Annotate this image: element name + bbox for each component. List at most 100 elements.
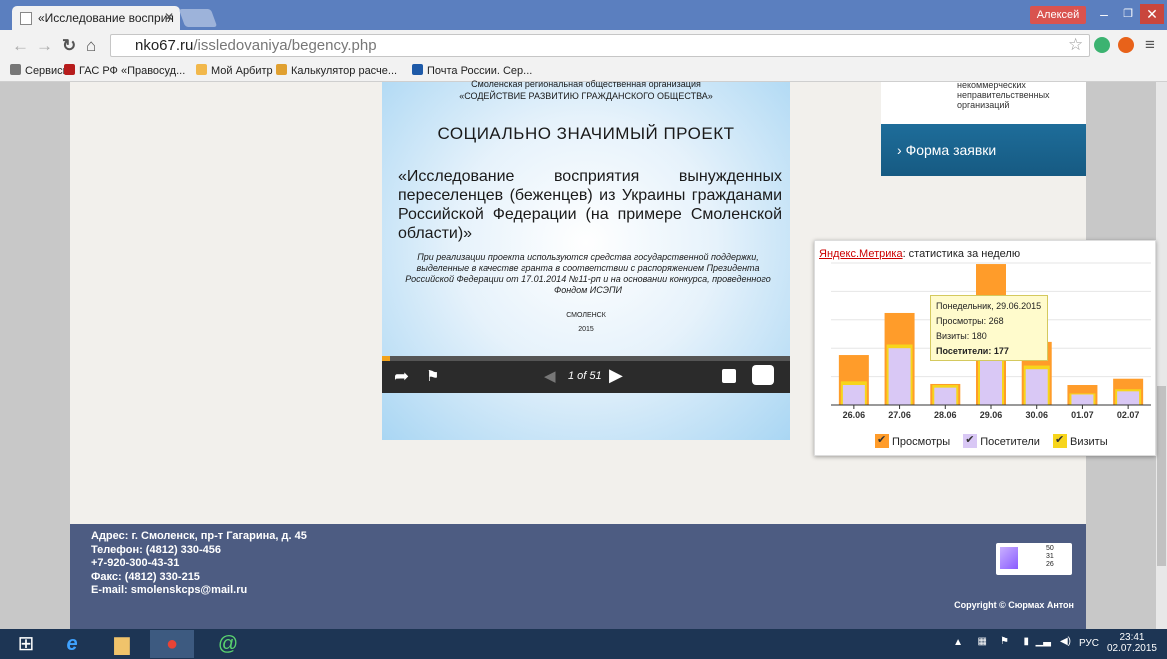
clock-date: 02.07.2015: [1106, 643, 1157, 654]
application-form-link[interactable]: › Форма заявки: [881, 124, 1086, 176]
metrika-logo-icon: [1000, 547, 1018, 569]
slideshow-controls: ➦ ⚑ ◀ 1 of 51 ▶: [382, 361, 790, 393]
bookmark-item[interactable]: Калькулятор расче...: [276, 64, 397, 77]
bookmark-apps[interactable]: Сервисы: [10, 64, 71, 77]
tray-app-icon[interactable]: ▦: [978, 636, 987, 647]
next-slide-icon[interactable]: ▶: [609, 365, 623, 386]
slideshare-icon[interactable]: [752, 365, 774, 385]
tooltip-date: Понедельник, 29.06.2015: [936, 301, 1042, 311]
chart-legend: Просмотры Посетители Визиты: [875, 433, 1118, 448]
bookmark-item[interactable]: ГАС РФ «Правосуд...: [64, 64, 185, 77]
copyright: Copyright © Сюрмах Антон: [954, 600, 1074, 610]
checkbox-views[interactable]: [875, 433, 889, 448]
bookmark-item[interactable]: Мой Арбитр: [196, 64, 273, 77]
page-indicator: 1 of 51: [568, 370, 602, 382]
tooltip-visitors-label: Посетители:: [936, 346, 992, 356]
star-icon[interactable]: ☆: [1068, 35, 1083, 55]
flag-icon[interactable]: ⚑: [426, 367, 439, 385]
slide-city: СМОЛЕНСК: [566, 312, 606, 319]
url-host: nko67.ru: [135, 37, 194, 54]
counter-views: 50: [1046, 545, 1054, 552]
window-titlebar: «Исследование восприя ✕ Алексей – ❐ ✕: [0, 0, 1167, 30]
bar-Посетители: [934, 387, 957, 405]
legend-item-visits[interactable]: Визиты: [1052, 433, 1108, 448]
counter-visits: 31: [1046, 553, 1054, 560]
scrollbar-thumb[interactable]: [1157, 386, 1166, 566]
language-indicator[interactable]: РУС: [1079, 638, 1099, 649]
close-window-icon[interactable]: ✕: [1140, 4, 1164, 24]
ie-icon[interactable]: e: [50, 630, 94, 658]
bookmark-icon: [412, 64, 423, 75]
home-icon[interactable]: ⌂: [86, 36, 96, 56]
tray-arrow-icon[interactable]: ▲: [953, 637, 963, 648]
back-icon[interactable]: ←: [12, 36, 29, 56]
form-link-label: Форма заявки: [905, 142, 997, 158]
legend-item-visitors[interactable]: Посетители: [963, 433, 1040, 448]
slide-project-title: «Исследование восприятия вынужденных пер…: [398, 168, 782, 242]
x-tick-label: 26.06: [843, 410, 866, 420]
toolbar: ← → ↻ ⌂ nko67.ru/issledovaniya/begency.p…: [0, 30, 1167, 60]
url-path: /issledovaniya/begency.php: [193, 37, 377, 54]
menu-icon[interactable]: ≡: [1145, 35, 1155, 55]
x-tick-label: 29.06: [980, 410, 1003, 420]
scrollbar[interactable]: [1156, 82, 1167, 629]
checkbox-visitors[interactable]: [963, 433, 978, 448]
maximize-icon[interactable]: ❐: [1117, 4, 1139, 24]
bar-Посетители: [1071, 394, 1094, 405]
checkbox-visits[interactable]: [1052, 433, 1067, 448]
chrome-icon[interactable]: ●: [150, 630, 194, 658]
x-tick-label: 27.06: [888, 410, 911, 420]
x-tick-label: 01.07: [1071, 410, 1094, 420]
footer-phone: Телефон: (4812) 330-456: [91, 543, 222, 556]
counter-visitors: 26: [1046, 561, 1054, 568]
modem-icon[interactable]: ▮: [1023, 636, 1029, 647]
footer-mobile: +7-920-300-43-31: [91, 557, 180, 569]
new-tab-button[interactable]: [178, 9, 218, 27]
slide-note: При реализации проекта используются сред…: [405, 252, 771, 295]
slide-heading: СОЦИАЛЬНО ЗНАЧИМЫЙ ПРОЕКТ: [437, 124, 735, 143]
reload-icon[interactable]: ↻: [62, 36, 76, 56]
clock[interactable]: 23:41 02.07.2015: [1107, 632, 1157, 654]
start-icon[interactable]: ⊞: [4, 630, 48, 658]
bookmark-icon: [196, 64, 207, 75]
legend-item-views[interactable]: Просмотры: [875, 433, 950, 448]
footer-email[interactable]: E-mail: smolenskcps@mail.ru: [91, 584, 307, 598]
bar-Посетители: [1117, 391, 1140, 405]
clock-time: 23:41: [1119, 632, 1145, 643]
volume-icon[interactable]: ◀): [1060, 636, 1071, 647]
x-tick-label: 28.06: [934, 410, 957, 420]
signal-icon[interactable]: ▁▃: [1036, 636, 1051, 647]
slide-year: 2015: [578, 326, 594, 333]
flag-tray-icon[interactable]: ⚑: [1000, 636, 1009, 647]
prev-slide-icon[interactable]: ◀: [544, 367, 556, 385]
footer-fax: Факс: (4812) 330-215: [91, 570, 200, 583]
apps-icon: [10, 64, 21, 75]
browser-tab[interactable]: «Исследование восприя ✕: [12, 6, 180, 30]
page-icon: [20, 12, 32, 25]
metrika-counter[interactable]: 50 31 26: [996, 543, 1072, 575]
bookmark-item[interactable]: Почта России. Сер...: [412, 64, 532, 77]
share-icon[interactable]: ➦: [394, 366, 409, 387]
site-footer: Адрес: г. Смоленск, пр-т Гагарина, д. 45…: [70, 524, 1086, 629]
fullscreen-icon[interactable]: [722, 369, 736, 383]
chart-tooltip: Понедельник, 29.06.2015 Просмотры: 268 В…: [930, 295, 1048, 361]
slide-org-name: Смоленская региональная общественная орг…: [471, 79, 701, 89]
tooltip-visits: Визиты: 180: [936, 331, 987, 341]
address-input[interactable]: nko67.ru/issledovaniya/begency.php: [110, 34, 1090, 57]
mailru-icon[interactable]: @: [206, 630, 250, 658]
explorer-icon[interactable]: ▆: [100, 630, 144, 658]
bookmark-icon: [276, 64, 287, 75]
bar-Посетители: [888, 348, 911, 405]
footer-address: Адрес: г. Смоленск, пр-т Гагарина, д. 45: [91, 530, 307, 542]
close-tab-icon[interactable]: ✕: [164, 10, 174, 24]
profile-button[interactable]: Алексей: [1030, 6, 1086, 24]
tab-title: «Исследование восприя: [38, 11, 174, 25]
extension-icon[interactable]: [1094, 37, 1110, 53]
extension-icon[interactable]: [1118, 37, 1134, 53]
taskbar: ⊞ e ▆ ● @ ▲ ▦ ⚑ ▮ ▁▃ ◀) РУС 23:41 02.07.…: [0, 629, 1167, 659]
x-tick-label: 02.07: [1117, 410, 1140, 420]
forward-icon[interactable]: →: [36, 36, 53, 56]
bookmark-icon: [64, 64, 75, 75]
minimize-icon[interactable]: –: [1093, 4, 1115, 24]
bar-Посетители: [842, 385, 865, 405]
